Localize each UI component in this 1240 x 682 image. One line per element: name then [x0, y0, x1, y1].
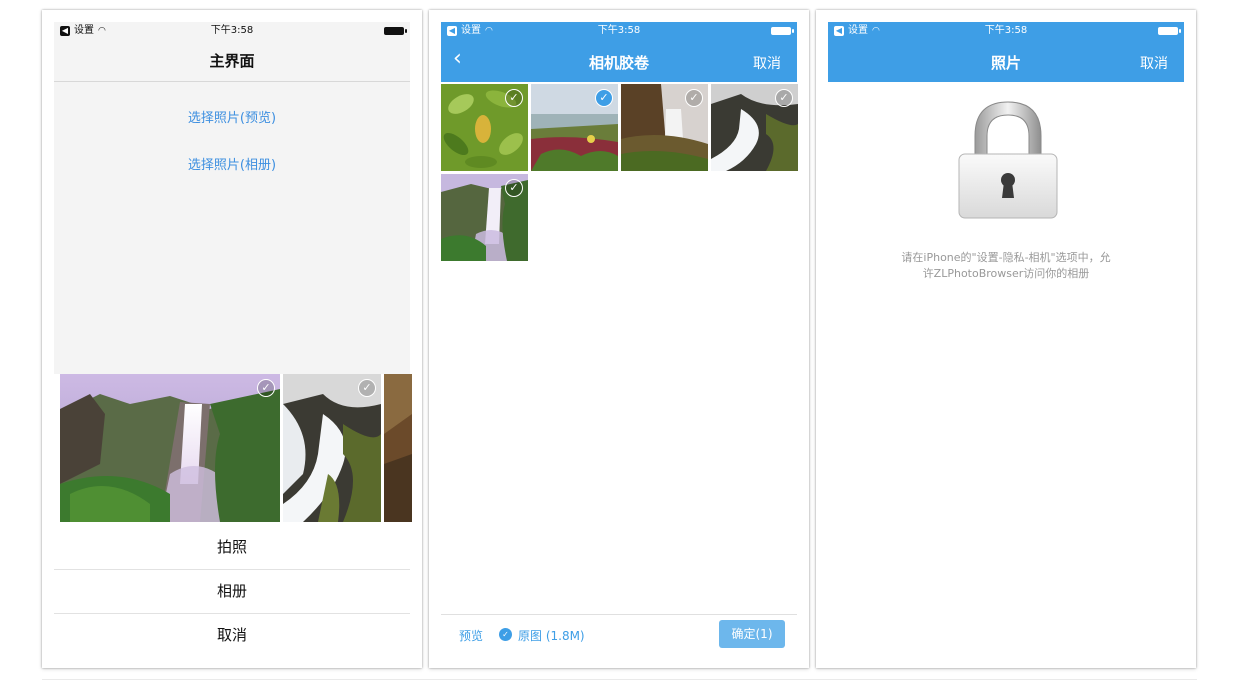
- page-title: 照片: [990, 54, 1021, 72]
- photo-thumbnail[interactable]: ✓: [441, 84, 528, 171]
- status-bar: ◀ 设置 ◠ 下午3:58: [441, 22, 797, 40]
- check-icon[interactable]: ✓: [505, 179, 523, 197]
- preview-button[interactable]: 预览: [459, 627, 483, 644]
- status-bar: ◀ 设置 ◠ 下午3:58: [828, 22, 1184, 40]
- preview-photo[interactable]: [384, 374, 412, 522]
- status-time: 下午3:58: [984, 25, 1028, 36]
- photo-thumbnail[interactable]: ✓: [711, 84, 798, 171]
- cancel-button[interactable]: 取消: [1140, 53, 1168, 73]
- original-image-toggle[interactable]: 原图 (1.8M): [518, 627, 585, 644]
- page-title: 主界面: [209, 52, 255, 70]
- status-bar: ◀ 设置 ◠ 下午3:58: [54, 22, 410, 40]
- page-title: 相机胶卷: [588, 54, 649, 72]
- lock-icon: [958, 101, 1058, 219]
- toolbar-divider: [441, 614, 797, 615]
- photo-preview-strip[interactable]: ✓ ✓: [60, 374, 412, 522]
- take-photo-button[interactable]: 拍照: [54, 526, 410, 569]
- photo-thumbnail[interactable]: ✓: [621, 84, 708, 171]
- check-icon[interactable]: ✓: [257, 379, 275, 397]
- status-time: 下午3:58: [210, 25, 254, 36]
- phone-permission-screen: 照片 取消 ◀ 设置 ◠ 下午3:58 请在iPhone的"设置-隐私-相机"选…: [816, 10, 1196, 668]
- battery-icon: [771, 27, 794, 35]
- waterfall-photo: [60, 374, 280, 522]
- permission-message-line: 请在iPhone的"设置-隐私-相机"选项中，允: [901, 251, 1111, 264]
- battery-icon: [1158, 27, 1181, 35]
- check-icon[interactable]: ✓: [685, 89, 703, 107]
- permission-message: 请在iPhone的"设置-隐私-相机"选项中，允 许ZLPhotoBrowser…: [871, 250, 1141, 282]
- cancel-button[interactable]: 取消: [753, 53, 781, 73]
- phone-main-screen: ◀ 设置 ◠ 下午3:58 主界面 选择照片(预览) 选择照片(相册) ✓ ✓ …: [42, 10, 422, 668]
- select-photo-preview-link[interactable]: 选择照片(预览): [54, 107, 410, 126]
- check-icon[interactable]: ✓: [499, 628, 512, 641]
- cancel-button[interactable]: 取消: [54, 614, 410, 657]
- photo-thumbnail[interactable]: ✓: [441, 174, 528, 261]
- permission-message-line: 许ZLPhotoBrowser访问你的相册: [922, 267, 1090, 280]
- preview-photo[interactable]: ✓: [60, 374, 280, 522]
- status-time: 下午3:58: [597, 25, 641, 36]
- album-button[interactable]: 相册: [54, 570, 410, 613]
- check-icon[interactable]: ✓: [505, 89, 523, 107]
- photo-thumbnail[interactable]: ✓: [531, 84, 618, 171]
- battery-icon: [384, 27, 407, 35]
- check-icon[interactable]: ✓: [775, 89, 793, 107]
- preview-photo[interactable]: ✓: [283, 374, 381, 522]
- nav-divider: [54, 81, 410, 82]
- cliff-photo: [384, 374, 412, 522]
- page-divider: [42, 679, 1197, 680]
- select-photo-album-link[interactable]: 选择照片(相册): [54, 154, 410, 173]
- main-background: [54, 22, 410, 374]
- confirm-button[interactable]: 确定(1): [719, 620, 785, 648]
- check-icon[interactable]: ✓: [358, 379, 376, 397]
- phone-album-screen: ‹ 相机胶卷 取消 ◀ 设置 ◠ 下午3:58 ✓ ✓ ✓ ✓ ✓ 预览 ✓ 原…: [429, 10, 809, 668]
- check-icon[interactable]: ✓: [595, 89, 613, 107]
